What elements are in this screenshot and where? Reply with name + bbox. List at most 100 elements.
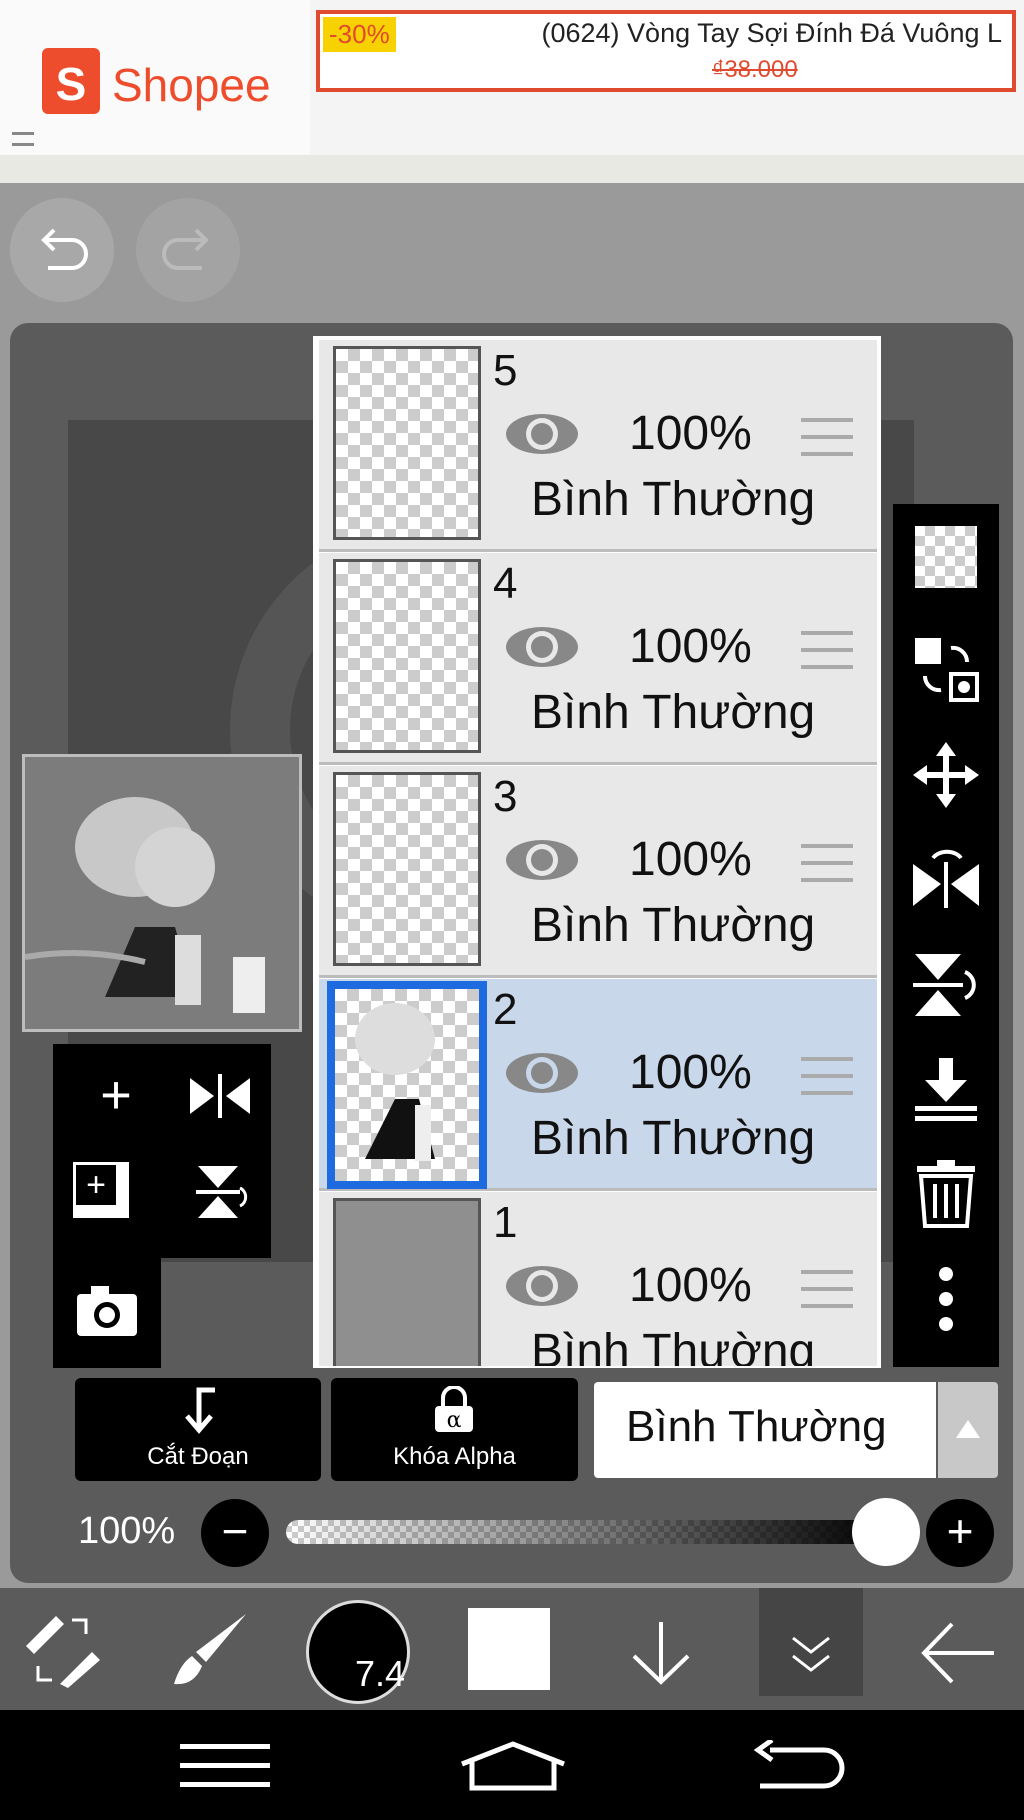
flip-horizontal-icon — [190, 1074, 250, 1118]
add-layer-button[interactable]: + — [71, 1064, 161, 1126]
shopee-bag-icon: S — [42, 48, 100, 114]
camera-button[interactable] — [53, 1258, 161, 1368]
layer-row-5[interactable]: 5 100% Bình Thường — [319, 340, 877, 552]
ad-product-title: (0624) Vòng Tay Sợi Đính Đá Vuông L — [541, 18, 1003, 48]
ad-footer-strip — [0, 155, 1024, 183]
ad-banner[interactable]: S Shopee -30% (0624) Vòng Tay Sợi Đính Đ… — [0, 0, 1024, 183]
transform-tool-icon[interactable] — [22, 1612, 102, 1688]
right-layer-toolbar — [893, 504, 999, 1367]
clipping-label: Cắt Đoạn — [147, 1443, 249, 1470]
ad-logo-area: S Shopee — [0, 0, 310, 155]
visibility-eye-icon[interactable] — [503, 1049, 581, 1097]
artwork-preview-image — [24, 757, 299, 1029]
layer-blend-mode: Bình Thường — [531, 1112, 816, 1165]
move-icon[interactable] — [911, 740, 981, 810]
visibility-eye-icon[interactable] — [503, 410, 581, 458]
drag-handle-icon[interactable] — [801, 418, 853, 456]
layer-row-4[interactable]: 4 100% Bình Thường — [319, 553, 877, 765]
blend-mode-dropdown-arrow[interactable] — [938, 1382, 998, 1478]
undo-button[interactable] — [10, 198, 114, 302]
swap-layer-icon[interactable] — [911, 634, 981, 704]
alpha-lock-label: Khóa Alpha — [393, 1443, 516, 1470]
layer-blend-mode: Bình Thường — [531, 686, 816, 739]
ad-discount-badge: -30% — [323, 17, 396, 52]
drag-handle-icon[interactable] — [801, 1057, 853, 1095]
clipping-arrow-icon — [185, 1387, 215, 1434]
layer-opacity: 100% — [629, 1259, 752, 1312]
layer-list[interactable]: 5 100% Bình Thường 4 100% Bình Thường 3 … — [313, 336, 881, 1368]
layer-blend-mode: Bình Thường — [531, 1325, 816, 1368]
blend-mode-select[interactable]: Bình Thường — [594, 1382, 936, 1478]
home-icon[interactable] — [458, 1740, 568, 1792]
redo-button[interactable] — [136, 198, 240, 302]
ad-old-price: ₫38.000 — [712, 56, 798, 83]
layer-number: 1 — [493, 1198, 518, 1247]
visibility-eye-icon[interactable] — [503, 836, 581, 884]
brush-size-value: 7.4 — [354, 1653, 405, 1694]
color-swatch-button[interactable] — [468, 1608, 550, 1690]
layer-panel-toggle[interactable] — [759, 1588, 863, 1696]
ad-product-card[interactable]: -30% (0624) Vòng Tay Sợi Đính Đá Vuông L… — [316, 10, 1016, 92]
layer-thumbnail — [333, 1198, 481, 1366]
menu-icon[interactable] — [180, 1744, 270, 1788]
undo-icon — [41, 228, 88, 270]
duplicate-layer-button[interactable]: + — [73, 1162, 129, 1218]
duplicate-icon: + — [73, 1162, 119, 1208]
canvas-preview-thumbnail[interactable] — [22, 754, 302, 1032]
back-arrow-icon[interactable] — [918, 1618, 998, 1688]
layer-number: 5 — [493, 346, 518, 395]
alpha-lock-button[interactable]: α Khóa Alpha — [331, 1378, 578, 1481]
opacity-slider-track[interactable] — [286, 1520, 886, 1544]
opacity-minus-button[interactable]: − — [201, 1499, 269, 1567]
brush-size-button[interactable]: 7.4 — [306, 1600, 410, 1704]
visibility-eye-icon[interactable] — [503, 1262, 581, 1310]
merge-down-icon[interactable] — [911, 1054, 981, 1124]
layer-thumbnail — [333, 346, 481, 540]
more-options-icon[interactable] — [911, 1264, 981, 1334]
layer-thumbnail-art — [355, 1003, 435, 1161]
redo-icon — [162, 228, 209, 270]
blend-mode-value: Bình Thường — [626, 1402, 887, 1451]
flip-horizontal-icon[interactable] — [911, 844, 981, 914]
ad-brand: Shopee — [112, 59, 271, 111]
transparency-checker-button[interactable] — [915, 526, 977, 588]
delete-icon[interactable] — [911, 1158, 981, 1228]
layer-number: 4 — [493, 559, 518, 608]
brush-tool-icon[interactable] — [170, 1612, 250, 1688]
layer-opacity: 100% — [629, 833, 752, 886]
arrow-down-icon[interactable] — [626, 1618, 696, 1688]
system-back-icon[interactable] — [750, 1740, 850, 1792]
opacity-label: 100% — [78, 1510, 176, 1552]
layer-row-2[interactable]: 2 100% Bình Thường — [319, 979, 877, 1191]
layer-number: 3 — [493, 772, 518, 821]
drag-handle-icon[interactable] — [801, 1270, 853, 1308]
flip-vertical-button[interactable] — [177, 1162, 267, 1235]
flip-vertical-icon[interactable] — [911, 950, 981, 1020]
camera-icon — [77, 1286, 137, 1336]
visibility-eye-icon[interactable] — [503, 623, 581, 671]
clipping-button[interactable]: Cắt Đoạn — [75, 1378, 321, 1481]
layer-row-3[interactable]: 3 100% Bình Thường — [319, 766, 877, 978]
flip-vertical-icon — [196, 1166, 248, 1218]
opacity-slider-knob[interactable] — [852, 1498, 920, 1566]
opacity-plus-button[interactable]: + — [926, 1499, 994, 1567]
layer-opacity: 100% — [629, 407, 752, 460]
layer-opacity: 100% — [629, 620, 752, 673]
system-nav-bar — [0, 1710, 1024, 1820]
ad-menu-icon[interactable] — [12, 132, 34, 146]
layer-row-1[interactable]: 1 100% Bình Thường — [319, 1192, 877, 1368]
layer-thumbnail — [333, 772, 481, 966]
layer-opacity: 100% — [629, 1046, 752, 1099]
chevron-double-down-icon — [792, 1636, 830, 1672]
drag-handle-icon[interactable] — [801, 631, 853, 669]
layer-blend-mode: Bình Thường — [531, 899, 816, 952]
layer-number: 2 — [493, 985, 518, 1034]
layer-thumbnail — [327, 981, 487, 1189]
flip-horizontal-button[interactable] — [175, 1070, 265, 1135]
lock-icon: α — [435, 1386, 473, 1433]
layer-thumbnail — [333, 559, 481, 753]
layer-blend-mode: Bình Thường — [531, 473, 816, 526]
drag-handle-icon[interactable] — [801, 844, 853, 882]
left-tool-pad: + + — [53, 1044, 271, 1258]
alpha-glyph: α — [447, 1408, 462, 1433]
